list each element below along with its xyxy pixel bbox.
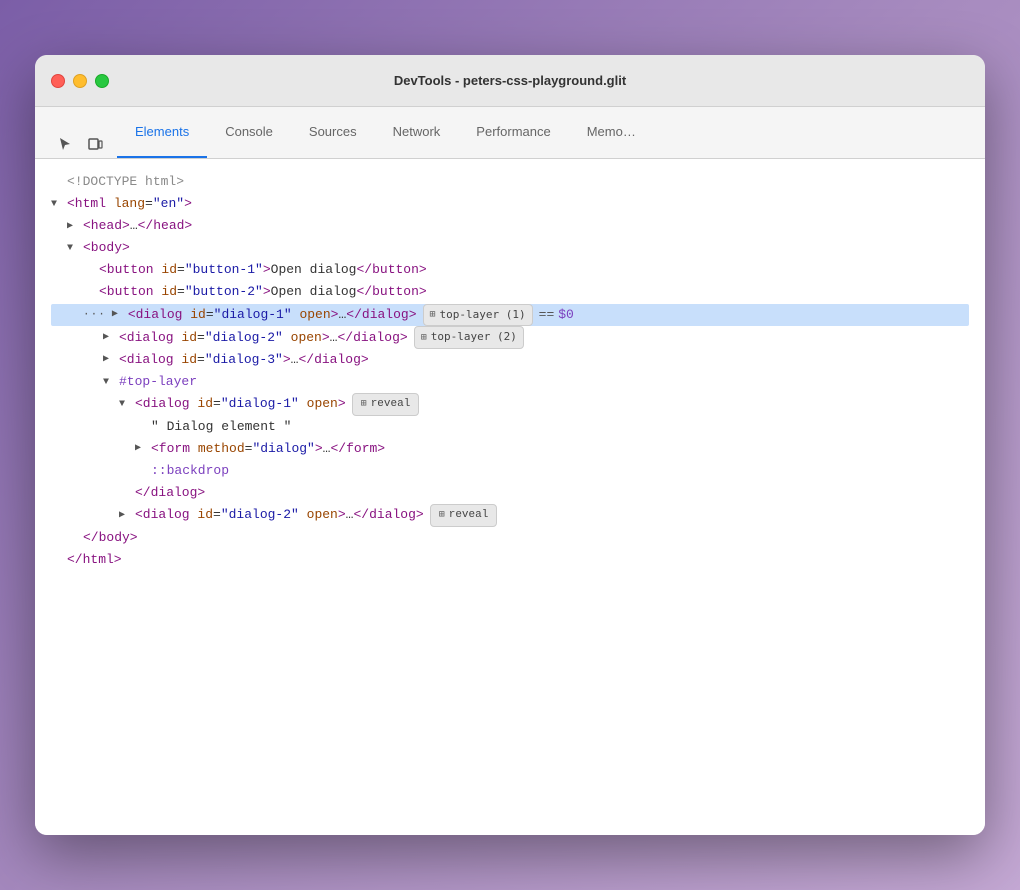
backdrop-line: ::backdrop (51, 460, 969, 482)
head-triangle[interactable] (67, 218, 81, 235)
dialog2-triangle[interactable] (103, 329, 117, 346)
top-layer-badge-2[interactable]: ⊞ top-layer (2) (414, 326, 524, 349)
top-layer-dialog1-line: <dialog id="dialog-1" open> ⊞ reveal (51, 393, 969, 416)
top-layer-badge-1[interactable]: ⊞ top-layer (1) (423, 304, 533, 327)
body-line: <body> (51, 237, 969, 259)
html-close-line: </html> (51, 549, 969, 571)
tab-memory[interactable]: Memo… (569, 107, 654, 158)
top-layer-line: #top-layer (51, 371, 969, 393)
doctype-line: <!DOCTYPE html> (51, 171, 969, 193)
html-line: <html lang="en"> (51, 193, 969, 215)
maximize-button[interactable] (95, 74, 109, 88)
traffic-lights (51, 74, 109, 88)
close-button[interactable] (51, 74, 65, 88)
body-close-line: </body> (51, 527, 969, 549)
device-toolbar-button[interactable] (81, 130, 109, 158)
tabbar: Elements Console Sources Network Perform… (35, 107, 985, 159)
top-layer-dialog2-triangle[interactable] (119, 507, 133, 524)
devtools-window: DevTools - peters-css-playground.glit El… (35, 55, 985, 835)
dialog1-triangle[interactable] (112, 306, 126, 323)
tab-console[interactable]: Console (207, 107, 291, 158)
top-layer-dialog1-triangle[interactable] (119, 396, 133, 413)
button1-line: <button id="button-1">Open dialog</butto… (51, 259, 969, 281)
dialog-text-node: " Dialog element " (51, 416, 969, 438)
dialog3-line: <dialog id="dialog-3">…</dialog> (51, 349, 969, 371)
window-title: DevTools - peters-css-playground.glit (394, 73, 626, 88)
top-layer-dialog2-line: <dialog id="dialog-2" open>…</dialog> ⊞ … (51, 504, 969, 527)
dialog1-close-line: </dialog> (51, 482, 969, 504)
tab-elements[interactable]: Elements (117, 107, 207, 158)
top-layer-triangle[interactable] (103, 374, 117, 391)
form-line: <form method="dialog">…</form> (51, 438, 969, 460)
head-line: <head>…</head> (51, 215, 969, 237)
toolbar-icons (43, 130, 117, 158)
html-triangle[interactable] (51, 196, 65, 213)
dialog2-line: <dialog id="dialog-2" open>…</dialog> ⊞ … (51, 326, 969, 349)
tab-performance[interactable]: Performance (458, 107, 568, 158)
titlebar: DevTools - peters-css-playground.glit (35, 55, 985, 107)
elements-panel: <!DOCTYPE html> <html lang="en"> <head>…… (35, 159, 985, 835)
cursor-icon-button[interactable] (51, 130, 79, 158)
reveal-badge-2[interactable]: ⊞ reveal (430, 504, 498, 527)
tab-network[interactable]: Network (375, 107, 459, 158)
form-triangle[interactable] (135, 440, 149, 457)
dots-menu[interactable]: ··· (83, 306, 106, 325)
reveal-badge-1[interactable]: ⊞ reveal (352, 393, 420, 416)
minimize-button[interactable] (73, 74, 87, 88)
dialog1-line[interactable]: ··· <dialog id="dialog-1" open>…</dialog… (51, 304, 969, 327)
dialog3-triangle[interactable] (103, 351, 117, 368)
button2-line: <button id="button-2">Open dialog</butto… (51, 281, 969, 303)
body-triangle[interactable] (67, 240, 81, 257)
tab-sources[interactable]: Sources (291, 107, 375, 158)
